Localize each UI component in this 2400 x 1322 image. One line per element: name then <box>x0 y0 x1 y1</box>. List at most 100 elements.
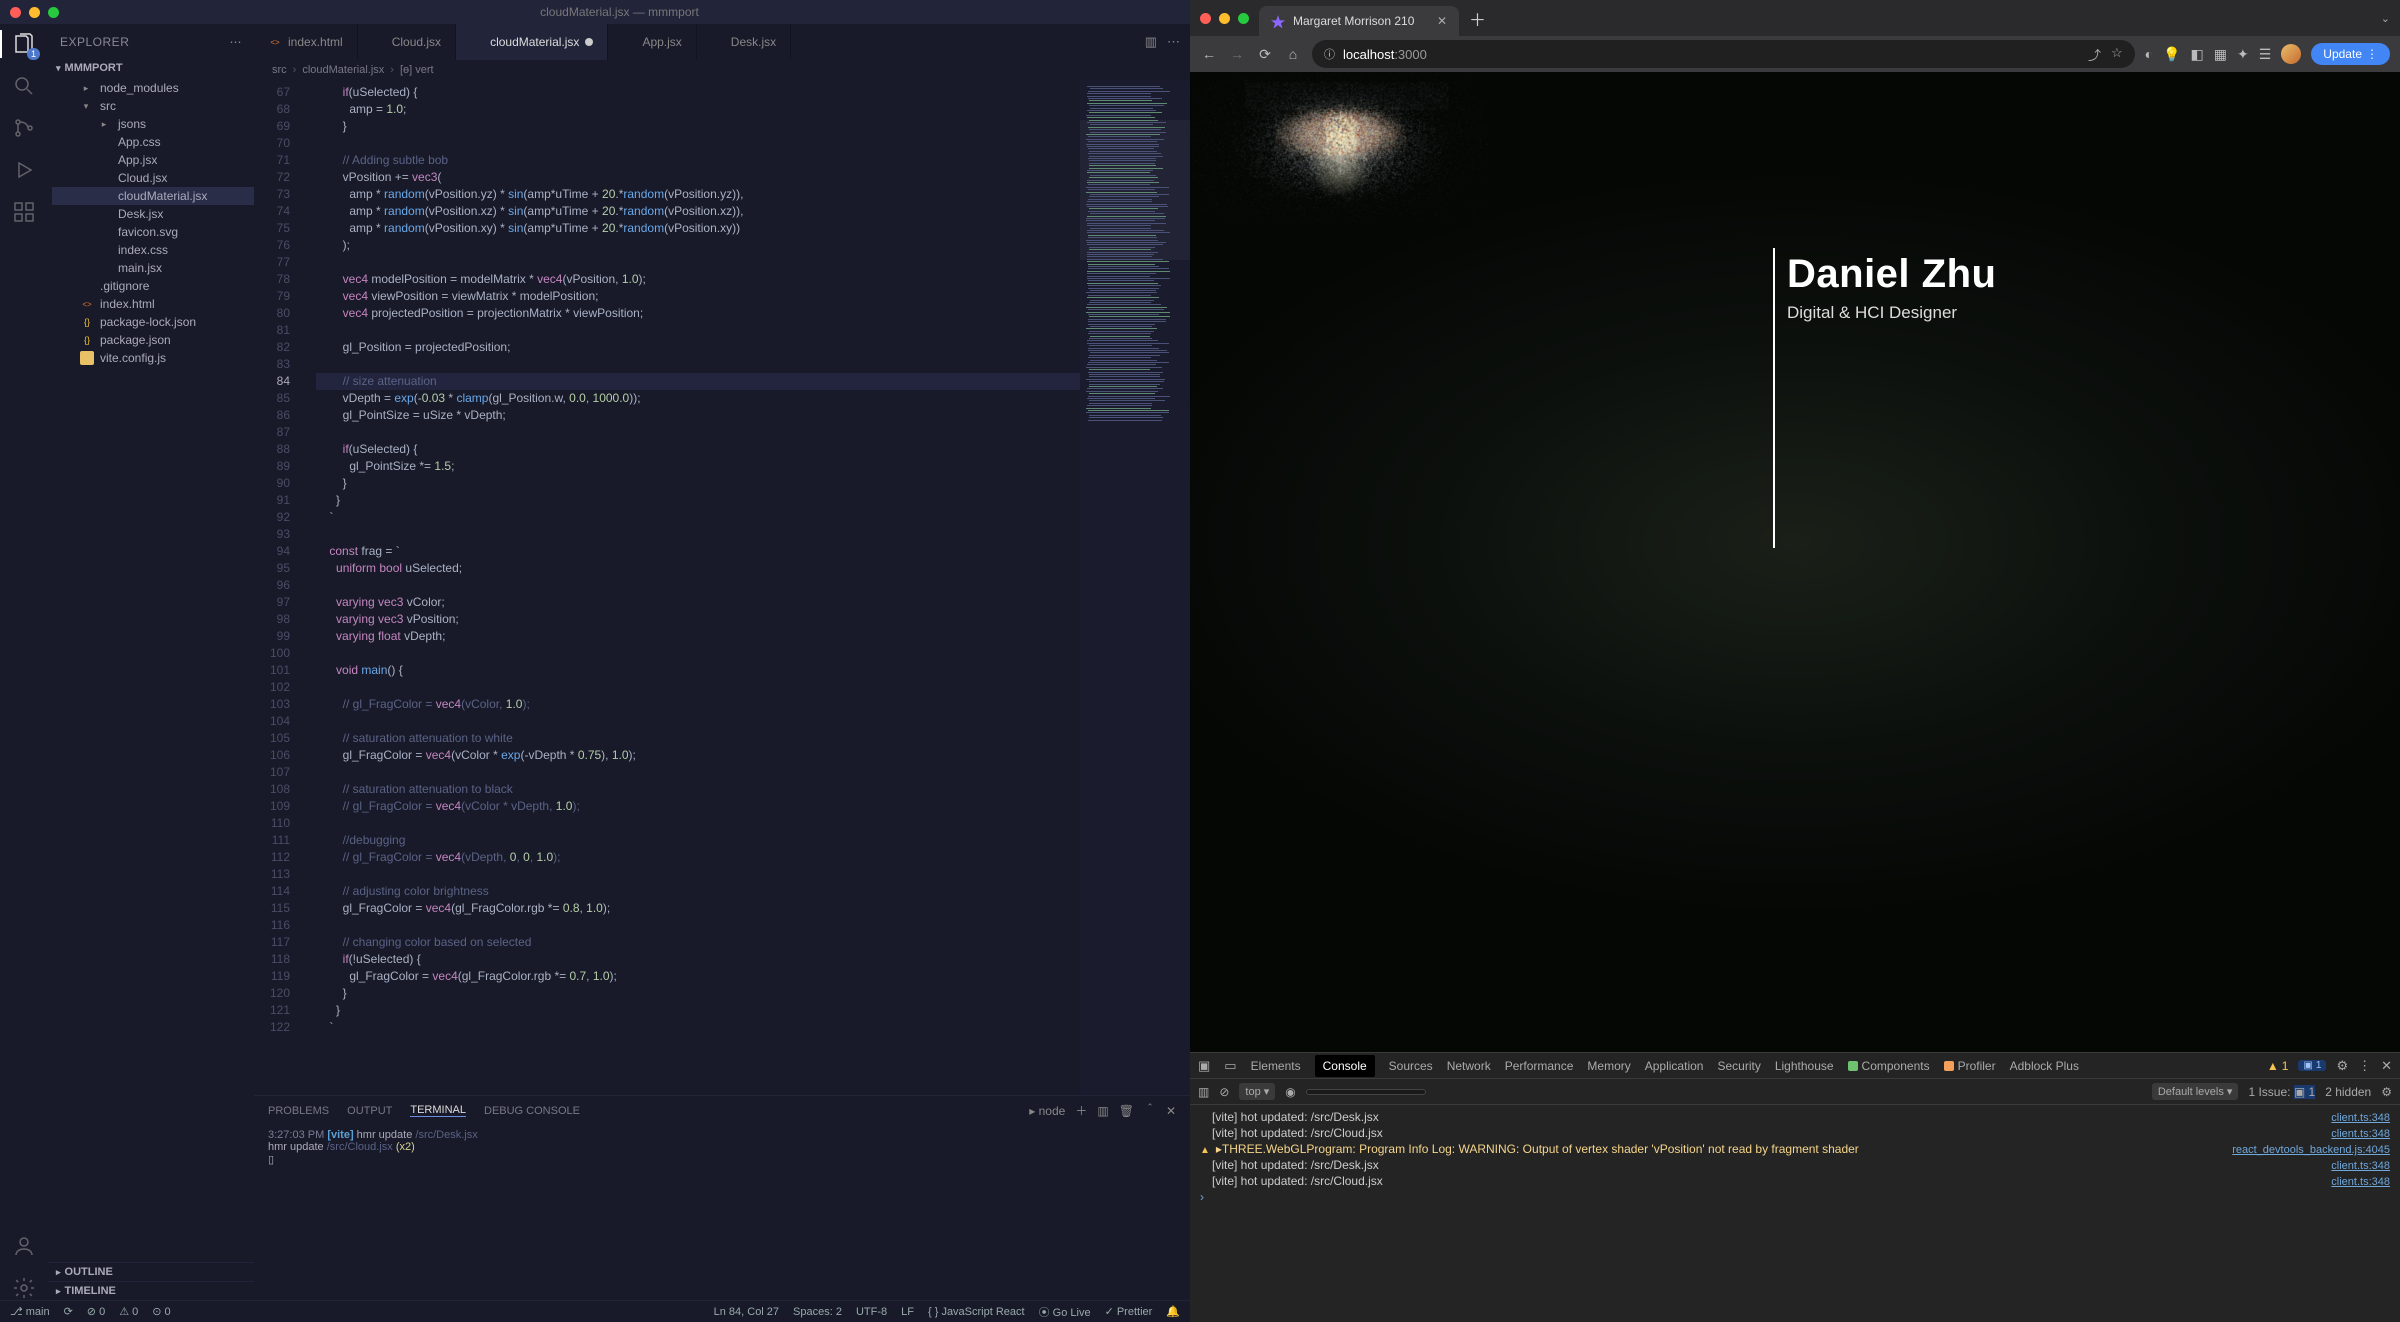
devtools-more-icon[interactable]: ⋮ <box>2358 1058 2371 1074</box>
run-debug-icon[interactable] <box>12 158 36 182</box>
traffic-lights[interactable] <box>10 7 59 18</box>
sidebar-more-icon[interactable]: ⋯ <box>230 35 243 49</box>
sync-icon[interactable]: ⟳ <box>64 1305 73 1318</box>
console-row[interactable]: [vite] hot updated: /src/Cloud.jsxclient… <box>1200 1173 2390 1189</box>
maximize-panel-icon[interactable]: ＾ <box>1144 1102 1156 1119</box>
console-warn-badge[interactable]: ▲ 1 <box>2267 1059 2289 1073</box>
breadcrumb-item[interactable]: [ɵ] vert <box>400 64 434 76</box>
reading-list-icon[interactable]: ☰ <box>2259 46 2272 63</box>
settings-gear-icon[interactable] <box>12 1276 36 1300</box>
point-cloud-canvas[interactable] <box>1190 72 1490 222</box>
panel-tab[interactable]: DEBUG CONSOLE <box>484 1105 580 1117</box>
editor-tab[interactable]: Desk.jsx <box>697 24 791 60</box>
toggle-sidebar-icon[interactable]: ▥ <box>1198 1085 1209 1099</box>
browser-traffic-lights[interactable] <box>1200 13 1249 24</box>
editor-tab[interactable]: App.jsx <box>608 24 696 60</box>
browser-maximize[interactable] <box>1238 13 1249 24</box>
ext-icon[interactable]: ◧ <box>2191 46 2204 63</box>
tree-item[interactable]: src <box>52 97 254 115</box>
project-section[interactable]: ▾MMMPORT <box>48 59 254 77</box>
maximize-window[interactable] <box>48 7 59 18</box>
new-tab-icon[interactable]: ＋ <box>1469 6 1486 31</box>
tree-item[interactable]: Desk.jsx <box>52 205 254 223</box>
page-viewport[interactable]: Daniel Zhu Digital & HCI Designer <box>1190 72 2400 1052</box>
back-icon[interactable]: ← <box>1200 46 1218 62</box>
tree-item[interactable]: index.html <box>52 295 254 313</box>
minimap[interactable] <box>1080 80 1190 1095</box>
editor-tab[interactable]: cloudMaterial.jsx <box>456 24 608 60</box>
ports-count[interactable]: ⊙ 0 <box>152 1305 170 1318</box>
code-editor[interactable]: 6768697071727374757677787980818283848586… <box>254 80 1080 1095</box>
tree-item[interactable]: node_modules <box>52 79 254 97</box>
search-icon[interactable] <box>12 74 36 98</box>
eol-status[interactable]: LF <box>901 1306 914 1318</box>
devtools-settings-icon[interactable]: ⚙ <box>2336 1058 2348 1074</box>
outline-section[interactable]: ▸OUTLINE <box>48 1262 254 1281</box>
tree-item[interactable]: jsons <box>52 115 254 133</box>
breadcrumbs[interactable]: src›cloudMaterial.jsx›[ɵ] vert <box>254 60 1190 80</box>
home-icon[interactable]: ⌂ <box>1284 46 1302 62</box>
update-button[interactable]: Update ⋮ <box>2311 43 2390 65</box>
url-bar[interactable]: ⓘ localhost:3000 ⤴ ☆ <box>1312 40 2135 68</box>
browser-minimize[interactable] <box>1219 13 1230 24</box>
devtools-tab[interactable]: Application <box>1645 1059 1704 1073</box>
tabs-dropdown-icon[interactable]: ⌄ <box>2381 12 2390 25</box>
close-window[interactable] <box>10 7 21 18</box>
language-mode[interactable]: { } JavaScript React <box>928 1306 1025 1318</box>
issues-link[interactable]: 1 Issue: ▣ 1 <box>2248 1085 2315 1099</box>
devtools-tab[interactable]: Lighthouse <box>1775 1059 1834 1073</box>
tree-item[interactable]: package-lock.json <box>52 313 254 331</box>
tab-close-icon[interactable]: ✕ <box>1437 14 1447 28</box>
extensions-icon[interactable] <box>12 200 36 224</box>
devtools-tab[interactable]: Components <box>1848 1059 1930 1073</box>
devtools-tab[interactable]: Elements <box>1251 1059 1301 1073</box>
warnings-count[interactable]: ⚠ 0 <box>119 1305 138 1318</box>
devtools-tab[interactable]: Sources <box>1389 1059 1433 1073</box>
device-toggle-icon[interactable]: ▭ <box>1224 1058 1236 1074</box>
reload-icon[interactable]: ⟳ <box>1256 46 1274 63</box>
terminal-output[interactable]: 3:27:03 PM [vite] hmr update /src/Desk.j… <box>254 1125 1190 1300</box>
tree-item[interactable]: favicon.svg <box>52 223 254 241</box>
tree-item[interactable]: Cloud.jsx <box>52 169 254 187</box>
hidden-count[interactable]: 2 hidden <box>2325 1085 2371 1099</box>
timeline-section[interactable]: ▸TIMELINE <box>48 1281 254 1300</box>
panel-tab[interactable]: PROBLEMS <box>268 1105 329 1117</box>
console-output[interactable]: [vite] hot updated: /src/Desk.jsxclient.… <box>1190 1105 2400 1322</box>
forward-icon[interactable]: → <box>1228 46 1246 62</box>
prettier-status[interactable]: ✓ Prettier <box>1105 1305 1153 1318</box>
devtools-tab[interactable]: Console <box>1315 1055 1375 1077</box>
split-editor-icon[interactable]: ▥ <box>1145 34 1157 50</box>
source-link[interactable]: client.ts:348 <box>2331 1128 2390 1140</box>
panel-tab[interactable]: TERMINAL <box>410 1104 466 1117</box>
log-levels[interactable]: Default levels ▾ <box>2152 1083 2239 1100</box>
tree-item[interactable]: App.jsx <box>52 151 254 169</box>
explorer-icon[interactable]: 1 <box>12 32 36 56</box>
console-row[interactable]: [vite] hot updated: /src/Cloud.jsxclient… <box>1200 1125 2390 1141</box>
close-panel-icon[interactable]: ✕ <box>1166 1104 1176 1118</box>
shell-picker[interactable]: ▸ node <box>1029 1104 1065 1118</box>
go-live[interactable]: ⦿ Go Live <box>1039 1304 1091 1320</box>
devtools-tab[interactable]: Memory <box>1587 1059 1630 1073</box>
encoding-status[interactable]: UTF-8 <box>856 1306 887 1318</box>
console-filter[interactable] <box>1306 1089 1426 1095</box>
breadcrumb-item[interactable]: cloudMaterial.jsx <box>302 64 384 76</box>
code-content[interactable]: if(uSelected) { amp = 1.0; } // Adding s… <box>298 80 1080 1095</box>
source-control-icon[interactable] <box>12 116 36 140</box>
tree-item[interactable]: main.jsx <box>52 259 254 277</box>
devtools-tab[interactable]: Performance <box>1505 1059 1574 1073</box>
browser-tab[interactable]: Margaret Morrison 210 ✕ <box>1259 6 1459 36</box>
share-icon[interactable]: ⤴ <box>2088 45 2101 64</box>
notifications-icon[interactable]: 🔔 <box>1166 1305 1180 1318</box>
bookmark-icon[interactable]: ☆ <box>2111 45 2123 64</box>
extensions-menu-icon[interactable]: ✦ <box>2237 46 2249 63</box>
live-expression-icon[interactable]: ◉ <box>1285 1085 1295 1099</box>
errors-count[interactable]: ⊘ 0 <box>87 1305 105 1318</box>
tree-item[interactable]: cloudMaterial.jsx <box>52 187 254 205</box>
tree-item[interactable]: .gitignore <box>52 277 254 295</box>
console-row[interactable]: [vite] hot updated: /src/Desk.jsxclient.… <box>1200 1109 2390 1125</box>
browser-close[interactable] <box>1200 13 1211 24</box>
clear-console-icon[interactable]: ⊘ <box>1219 1085 1229 1099</box>
editor-tab[interactable]: index.html <box>254 24 358 60</box>
indent-status[interactable]: Spaces: 2 <box>793 1306 842 1318</box>
git-branch[interactable]: ⎇ main <box>10 1305 50 1318</box>
